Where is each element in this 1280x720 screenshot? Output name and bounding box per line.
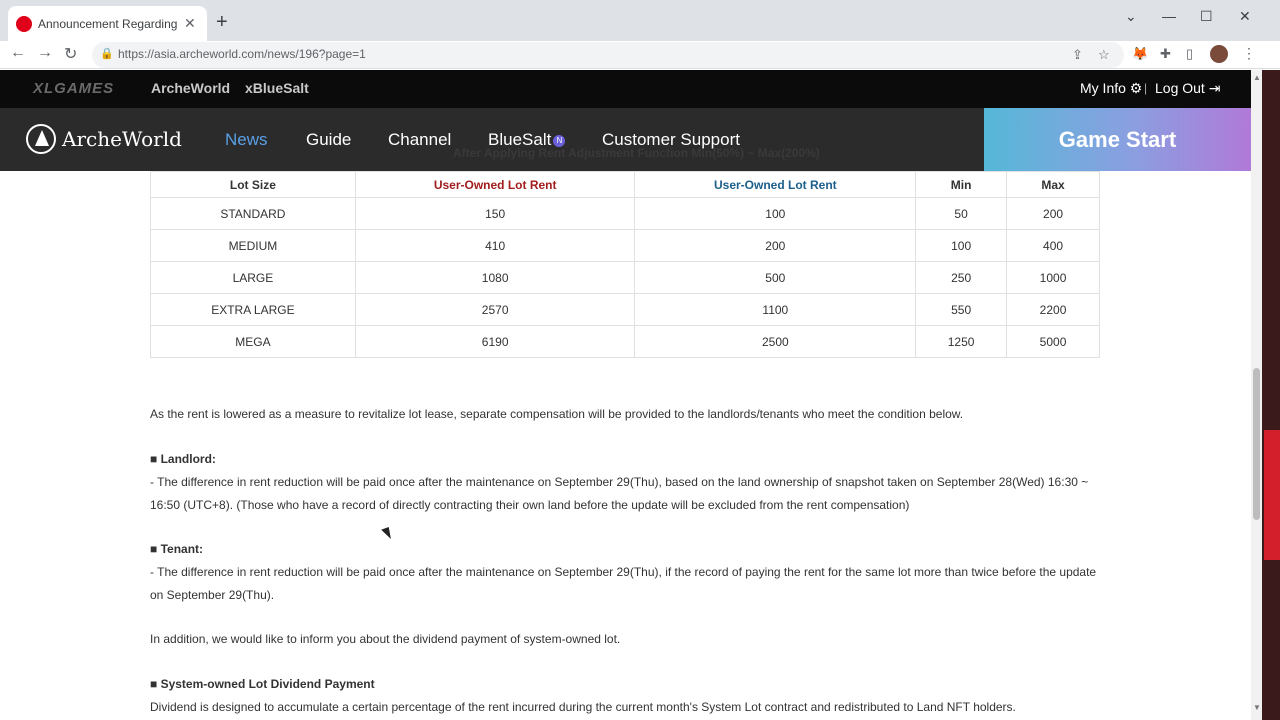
- desktop-background-strip: [1262, 70, 1280, 720]
- dividend-paragraph: Dividend is designed to accumulate a cer…: [150, 700, 1016, 714]
- landlord-paragraph: - The difference in rent reduction will …: [150, 475, 1089, 512]
- new-badge: N: [553, 134, 566, 147]
- lock-icon[interactable]: 🔒: [100, 47, 114, 60]
- cell-rent-before: 410: [354, 229, 636, 262]
- table-row: MEGA 6190 2500 1250 5000: [150, 325, 1100, 358]
- cell-rent-before: 2570: [354, 293, 636, 326]
- scroll-up-arrow-icon[interactable]: ▲: [1253, 73, 1261, 82]
- browser-tab[interactable]: Announcement Regarding Lot Re ✕: [8, 6, 207, 41]
- side-panel-icon[interactable]: ▯: [1186, 46, 1193, 62]
- page-scrollbar[interactable]: [1251, 70, 1262, 720]
- cell-rent-after: 200: [634, 229, 917, 262]
- addition-paragraph: In addition, we would like to inform you…: [150, 632, 621, 646]
- profile-avatar[interactable]: [1210, 45, 1228, 63]
- header-lot-size: Lot Size: [150, 171, 356, 198]
- cell-min: 1250: [915, 325, 1008, 358]
- xlgames-logo[interactable]: XLGAMES: [33, 80, 114, 97]
- my-info-link[interactable]: My Info ⚙: [1080, 80, 1142, 97]
- topbar-link-xbluesalt[interactable]: xBlueSalt: [245, 80, 309, 96]
- log-out-link[interactable]: Log Out ⇥: [1155, 80, 1220, 97]
- background-red-graphic: [1264, 430, 1280, 560]
- browser-toolbar: ← → ↻ 🔒 https://asia.archeworld.com/news…: [0, 41, 1280, 69]
- intro-paragraph: As the rent is lowered as a measure to r…: [150, 407, 964, 421]
- cell-rent-before: 1080: [354, 261, 636, 294]
- nav-item-news[interactable]: News: [225, 130, 268, 150]
- site-favicon-icon: [16, 15, 32, 32]
- extensions-puzzle-icon[interactable]: ✚: [1160, 46, 1171, 62]
- cell-lot-size: LARGE: [150, 261, 356, 294]
- cell-min: 100: [915, 229, 1008, 262]
- close-window-button[interactable]: ✕: [1239, 8, 1251, 25]
- cell-min: 250: [915, 261, 1008, 294]
- header-user-owned-lot-rent-after: User-Owned Lot Rent: [634, 171, 917, 198]
- scrollbar-thumb[interactable]: [1253, 368, 1260, 520]
- address-bar[interactable]: 🔒 https://asia.archeworld.com/news/196?p…: [92, 42, 1124, 68]
- minimize-button[interactable]: —: [1162, 8, 1176, 24]
- cell-max: 2200: [1006, 293, 1100, 326]
- game-start-button[interactable]: Game Start: [984, 108, 1251, 171]
- cell-rent-after: 100: [634, 197, 917, 230]
- cell-min: 550: [915, 293, 1008, 326]
- close-tab-icon[interactable]: ✕: [184, 15, 196, 32]
- back-button[interactable]: ←: [10, 44, 26, 62]
- table-row: EXTRA LARGE 2570 1100 550 2200: [150, 293, 1100, 326]
- metamask-fox-icon[interactable]: 🦊: [1132, 46, 1148, 62]
- share-icon[interactable]: ⇪: [1072, 47, 1083, 63]
- topbar-link-archeworld[interactable]: ArcheWorld: [151, 80, 230, 96]
- cell-max: 1000: [1006, 261, 1100, 294]
- cell-max: 400: [1006, 229, 1100, 262]
- cell-lot-size: EXTRA LARGE: [150, 293, 356, 326]
- nav-item-guide[interactable]: Guide: [306, 130, 351, 150]
- table-header-row: Lot Size User-Owned Lot Rent User-Owned …: [150, 171, 1100, 198]
- cell-max: 200: [1006, 197, 1100, 230]
- tenant-heading: ■ Tenant:: [150, 542, 204, 556]
- bookmark-star-icon[interactable]: ☆: [1098, 47, 1110, 63]
- browser-menu-icon[interactable]: ⋮: [1242, 45, 1256, 62]
- nav-item-channel[interactable]: Channel: [388, 130, 451, 150]
- header-user-owned-lot-rent-before: User-Owned Lot Rent: [354, 171, 636, 198]
- archeworld-logo[interactable]: ArcheWorld: [26, 122, 182, 156]
- tab-title: Announcement Regarding Lot Re: [38, 16, 178, 31]
- rent-table: Lot Size User-Owned Lot Rent User-Owned …: [150, 171, 1100, 358]
- dividend-heading: ■ System-owned Lot Dividend Payment: [150, 677, 375, 691]
- new-tab-button[interactable]: +: [216, 12, 228, 32]
- tab-strip: Announcement Regarding Lot Re ✕ + ⌄ — ☐ …: [0, 0, 1280, 41]
- cell-rent-after: 2500: [634, 325, 917, 358]
- cell-rent-after: 500: [634, 261, 917, 294]
- cell-rent-before: 6190: [354, 325, 636, 358]
- url-text[interactable]: https://asia.archeworld.com/news/196?pag…: [118, 47, 366, 61]
- maximize-button[interactable]: ☐: [1200, 8, 1213, 25]
- table-caption-behind-nav: After Applying Rent Adjustment Function …: [453, 146, 820, 160]
- archeworld-emblem-icon: [26, 124, 56, 154]
- header-min: Min: [915, 171, 1008, 198]
- topbar-separator: |: [1144, 81, 1148, 95]
- reload-button[interactable]: ↻: [64, 44, 77, 64]
- cell-rent-after: 1100: [634, 293, 917, 326]
- landlord-heading: ■ Landlord:: [150, 452, 216, 466]
- site-topbar: XLGAMES ArcheWorld xBlueSalt My Info ⚙ |…: [0, 70, 1262, 108]
- header-max: Max: [1006, 171, 1100, 198]
- cell-min: 50: [915, 197, 1008, 230]
- tab-search-icon[interactable]: ⌄: [1125, 8, 1137, 25]
- forward-button[interactable]: →: [37, 44, 53, 62]
- game-start-label: Game Start: [1058, 126, 1177, 152]
- cell-rent-before: 150: [354, 197, 636, 230]
- cell-lot-size: STANDARD: [150, 197, 356, 230]
- cell-max: 5000: [1006, 325, 1100, 358]
- brand-name: ArcheWorld: [62, 127, 182, 151]
- table-row: MEDIUM 410 200 100 400: [150, 229, 1100, 262]
- table-row: STANDARD 150 100 50 200: [150, 197, 1100, 230]
- cell-lot-size: MEDIUM: [150, 229, 356, 262]
- scroll-down-arrow-icon[interactable]: ▼: [1253, 703, 1261, 712]
- table-row: LARGE 1080 500 250 1000: [150, 261, 1100, 294]
- tenant-paragraph: - The difference in rent reduction will …: [150, 565, 1097, 602]
- cell-lot-size: MEGA: [150, 325, 356, 358]
